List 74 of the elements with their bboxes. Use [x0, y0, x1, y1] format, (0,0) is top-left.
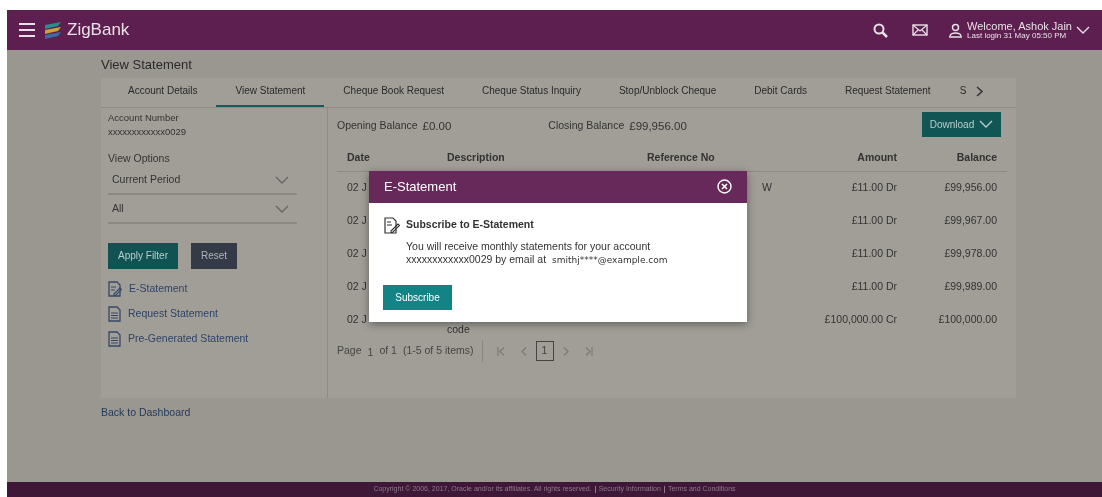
tab[interactable]: Debit Cards — [735, 76, 827, 107]
table-cell: £99,978.00 — [944, 247, 997, 260]
opening-balance-value: £0.00 — [422, 118, 452, 134]
table-cell: 02 J — [347, 247, 367, 260]
account-label: Account Number — [108, 110, 180, 125]
document-icon — [108, 305, 121, 322]
chevron-down-icon — [275, 175, 289, 184]
user-icon[interactable] — [948, 22, 964, 38]
sidebar-link[interactable]: Request Statement — [128, 305, 218, 322]
mail-icon[interactable] — [912, 24, 929, 36]
reset-button[interactable]: Reset — [191, 242, 237, 269]
sidebar-link[interactable]: E-Statement — [129, 280, 188, 297]
opening-balance-label: Opening Balance — [337, 117, 418, 133]
tab[interactable]: Account Details — [109, 76, 217, 107]
modal-message: You will receive monthly statements for your account xxxxxxxxxxxx0029 by email at smithj****@example.com — [406, 240, 669, 268]
table-cell: £11.00 Dr — [851, 214, 897, 227]
tab[interactable]: Cheque Book Request — [324, 76, 463, 107]
download-button[interactable]: Download — [922, 111, 1001, 137]
tab[interactable]: Cheque Status Inquiry — [462, 76, 600, 107]
closing-balance-label: Closing Balance — [548, 117, 625, 133]
tab[interactable]: Request Statement — [826, 76, 950, 107]
table-cell: 02 J — [347, 181, 367, 194]
tab[interactable]: Stop/Unblock Cheque — [599, 76, 736, 107]
table-cell: £99,956.00 — [944, 181, 997, 194]
page-button[interactable]: 1 — [535, 341, 554, 362]
select-field[interactable]: All — [108, 195, 297, 224]
column-header: Description — [446, 149, 506, 165]
last-login-text: Last login 31 May 05:50 PM — [967, 31, 1068, 41]
brand-name: ZigBank — [67, 19, 130, 42]
table-cell: 02 J — [347, 280, 367, 293]
column-header: Date — [346, 149, 371, 165]
sidebar-link[interactable]: Pre-Generated Statement — [128, 330, 249, 347]
column-header: Amount — [856, 149, 898, 165]
document-edit-icon — [108, 280, 122, 297]
table-cell: £11.00 Dr — [851, 181, 897, 194]
logo-icon — [43, 21, 63, 39]
column-header: Balance — [955, 149, 998, 165]
table-cell: £99,967.00 — [944, 214, 997, 227]
table-cell: £11.00 Dr — [851, 247, 897, 260]
page-title: View Statement — [101, 56, 193, 74]
modal-title: E-Statement — [384, 177, 457, 196]
chevron-down-icon — [979, 120, 994, 128]
table-cell: 02 J — [347, 214, 367, 227]
search-icon[interactable] — [873, 22, 889, 38]
document-edit-icon — [384, 216, 400, 234]
column-header: Reference No — [646, 149, 716, 165]
page-number: 1 — [367, 344, 374, 360]
page-label: Page — [337, 343, 362, 359]
table-cell: £100,000.00 Cr — [824, 313, 897, 326]
table-cell: 02 J — [347, 313, 367, 326]
select-field[interactable]: Current Period — [108, 166, 297, 195]
table-cell: code — [447, 323, 470, 336]
apply-filter-button[interactable]: Apply Filter — [108, 242, 178, 269]
view-options-label: View Options — [108, 151, 171, 166]
subscribe-button[interactable]: Subscribe — [383, 285, 452, 311]
back-to-dashboard-link[interactable]: Back to Dashboard — [101, 404, 1022, 421]
chevron-right-icon[interactable] — [976, 85, 985, 97]
closing-balance-value: £99,956.00 — [629, 118, 687, 134]
items-count: (1-5 of 5 items) — [402, 343, 474, 359]
menu-icon[interactable] — [19, 23, 35, 37]
tab[interactable]: View Statement — [216, 76, 325, 107]
account-number: xxxxxxxxxxxx0029 — [108, 124, 188, 139]
table-cell: W — [762, 181, 772, 194]
tab[interactable]: S — [949, 76, 977, 107]
table-cell: £11.00 Dr — [851, 280, 897, 293]
table-cell: £99,989.00 — [944, 280, 997, 293]
chevron-down-icon — [275, 204, 289, 213]
table-cell: £100,000.00 — [938, 313, 997, 326]
page-count: of 1 — [379, 343, 397, 359]
close-icon[interactable] — [717, 179, 732, 194]
modal-heading: Subscribe to E-Statement — [406, 216, 535, 232]
chevron-down-icon — [1076, 26, 1090, 34]
document-icon — [108, 330, 121, 347]
welcome-text: Welcome, Ashok Jain — [967, 19, 1072, 32]
